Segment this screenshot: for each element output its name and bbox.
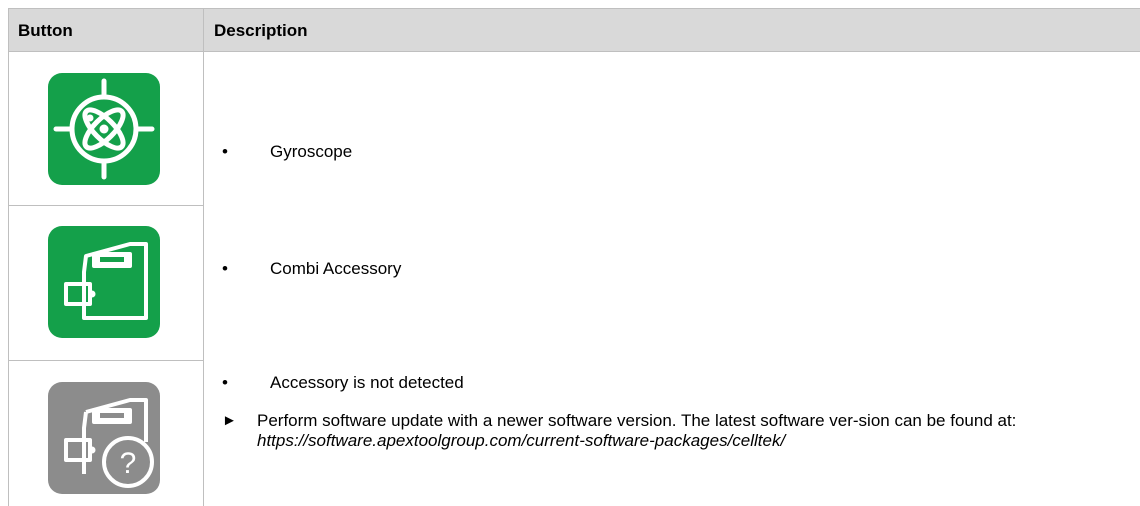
gyroscope-icon xyxy=(48,73,160,185)
svg-text:?: ? xyxy=(120,447,137,480)
combi-accessory-icon xyxy=(48,226,160,338)
row-divider-1 xyxy=(8,205,203,206)
bullet: • xyxy=(222,259,228,278)
button-description-table: Button Description • Gyroscope • Combi A… xyxy=(8,8,1140,506)
row-description: Gyroscope xyxy=(270,142,353,161)
software-url: https://software.apextoolgroup.com/curre… xyxy=(257,431,786,450)
row-divider-2 xyxy=(8,360,203,361)
step-text: Perform software update with a newer sof… xyxy=(257,411,1017,430)
row-description: Accessory is not detected xyxy=(270,373,464,392)
bullet: • xyxy=(222,373,228,392)
step-arrow-icon: ► xyxy=(222,412,237,429)
row-description: Combi Accessory xyxy=(270,259,402,278)
header-button: Button xyxy=(18,21,73,40)
accessory-unknown-icon: ? xyxy=(48,382,160,494)
bullet: • xyxy=(222,142,228,161)
table-header: Button Description xyxy=(8,8,1140,52)
header-description: Description xyxy=(214,21,308,40)
table-left-border xyxy=(8,8,9,506)
column-divider xyxy=(203,8,204,506)
